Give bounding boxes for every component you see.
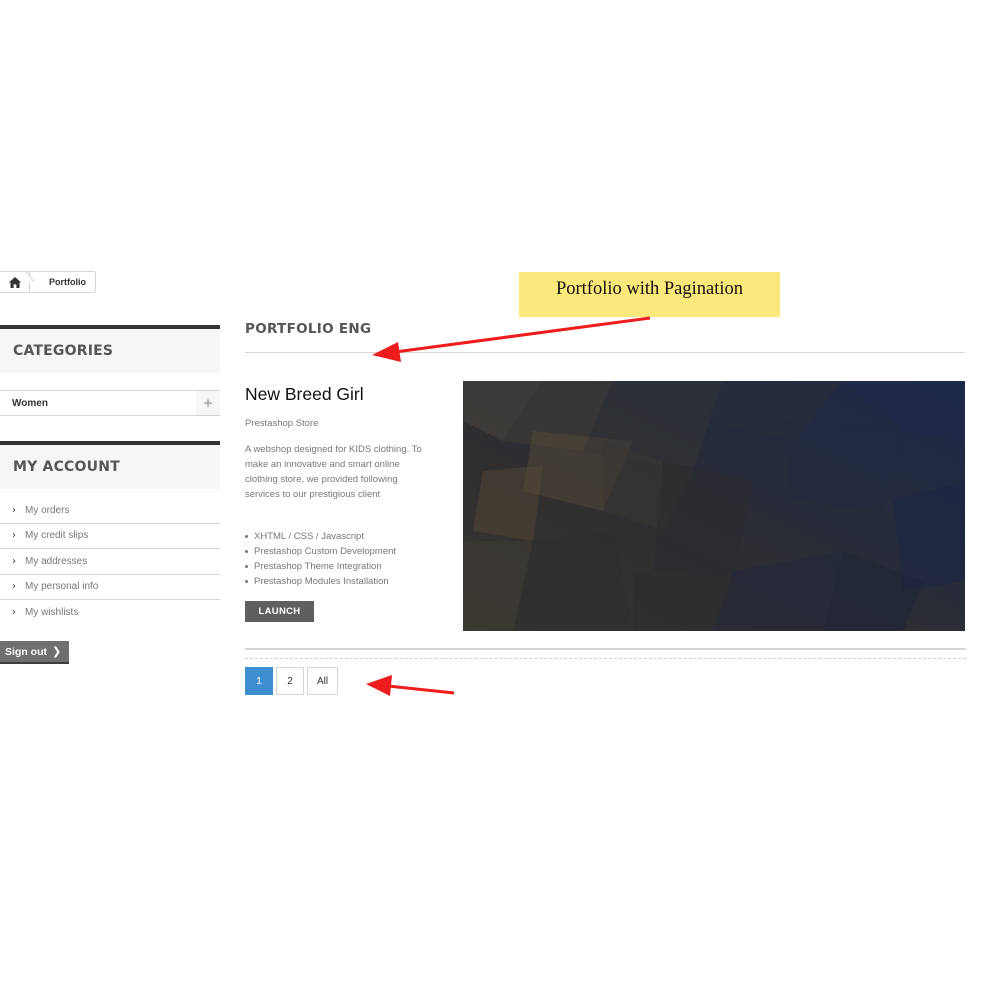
account-link-label: My credit slips [25, 530, 89, 542]
account-link-wishlists[interactable]: › My wishlists [0, 600, 220, 626]
account-link-label: My wishlists [25, 607, 79, 619]
breadcrumb-separator-icon [26, 271, 35, 282]
chevron-right-icon: ❯ [52, 646, 62, 658]
home-icon [8, 276, 21, 288]
chevron-right-icon: › [12, 581, 16, 593]
portfolio-item-features: XHTML / CSS / Javascript Prestashop Cust… [245, 529, 396, 589]
category-item-label[interactable]: Women [0, 398, 48, 409]
account-link-addresses[interactable]: › My addresses [0, 549, 220, 575]
page-button-1[interactable]: 1 [245, 667, 273, 695]
account-link-orders[interactable]: › My orders [0, 498, 220, 524]
feature-item: Prestashop Modules Installation [245, 574, 396, 589]
categories-title: CATEGORIES [0, 325, 220, 373]
feature-item: Prestashop Custom Development [245, 544, 396, 559]
account-link-label: My addresses [25, 555, 88, 567]
account-links: › My orders › My credit slips › My addresse… [0, 498, 220, 626]
sign-out-button[interactable]: Sign out ❯ [0, 641, 69, 664]
separator [245, 648, 966, 650]
pagination: 1 2 All [245, 667, 341, 695]
account-link-label: My orders [25, 504, 70, 516]
feature-item: Prestashop Theme Integration [245, 559, 396, 574]
chevron-right-icon: › [12, 530, 16, 542]
portfolio-item-subtitle: Prestashop Store [245, 418, 319, 429]
portfolio-item-title: New Breed Girl [245, 384, 364, 404]
chevron-right-icon: › [12, 555, 16, 567]
breadcrumb-current: Portfolio [49, 277, 86, 287]
arrow-to-pagination [366, 675, 455, 696]
page-title: PORTFOLIO ENG [245, 320, 965, 353]
account-link-label: My personal info [25, 581, 99, 593]
page-button-2[interactable]: 2 [276, 667, 304, 695]
my-account-title: MY ACCOUNT [0, 441, 220, 489]
account-link-credit-slips[interactable]: › My credit slips [0, 524, 220, 549]
breadcrumb: Portfolio [0, 271, 96, 293]
annotation-label: Portfolio with Pagination [519, 272, 780, 317]
breadcrumb-home-link[interactable] [0, 271, 35, 292]
category-expand-icon[interactable]: + [196, 391, 220, 415]
portfolio-item-description: A webshop designed for KIDS clothing. To… [245, 444, 422, 500]
chevron-right-icon: › [12, 504, 16, 516]
chevron-right-icon: › [12, 607, 16, 619]
launch-button[interactable]: LAUNCH [245, 601, 314, 622]
feature-item: XHTML / CSS / Javascript [245, 529, 396, 544]
account-link-personal-info[interactable]: › My personal info [0, 575, 220, 600]
separator-dotted [245, 658, 966, 659]
sign-out-label: Sign out [5, 645, 47, 658]
page-button-all[interactable]: All [307, 667, 339, 695]
category-item-women[interactable]: Women + [0, 390, 220, 416]
portfolio-item-image[interactable] [463, 381, 965, 631]
